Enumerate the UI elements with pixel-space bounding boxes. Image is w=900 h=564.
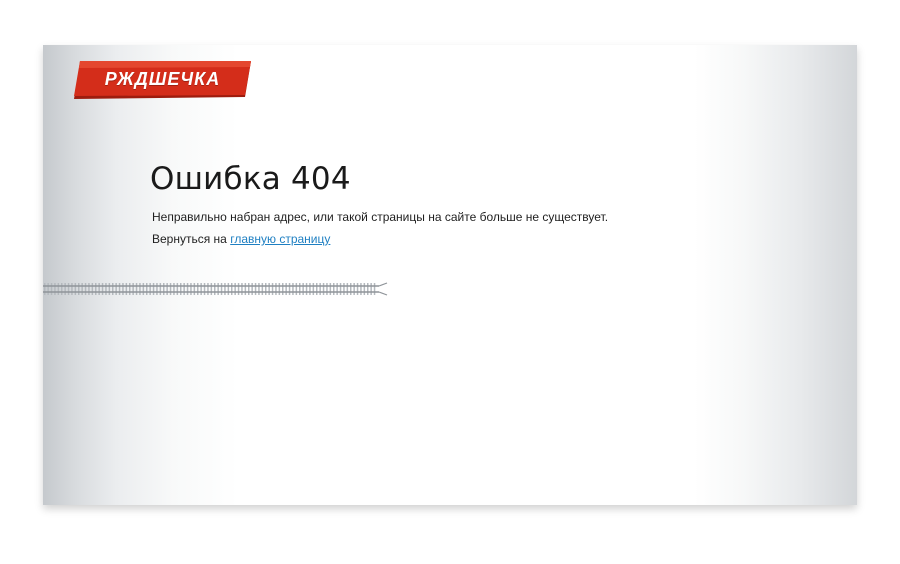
railway-track-icon [43,282,388,296]
page-title: Ошибка 404 [150,161,351,197]
back-line: Вернуться на главную страницу [152,232,330,246]
railway-track-illustration [43,281,391,297]
home-page-link[interactable]: главную страницу [230,232,330,246]
logo-text: РЖДШЕЧКА [104,69,221,89]
back-prefix-text: Вернуться на [152,232,227,246]
page-frame: РЖДШЕЧКА Ошибка 404 Неправильно набран а… [43,45,857,505]
error-message: Неправильно набран адрес, или такой стра… [152,210,609,224]
site-logo[interactable]: РЖДШЕЧКА [74,61,251,99]
